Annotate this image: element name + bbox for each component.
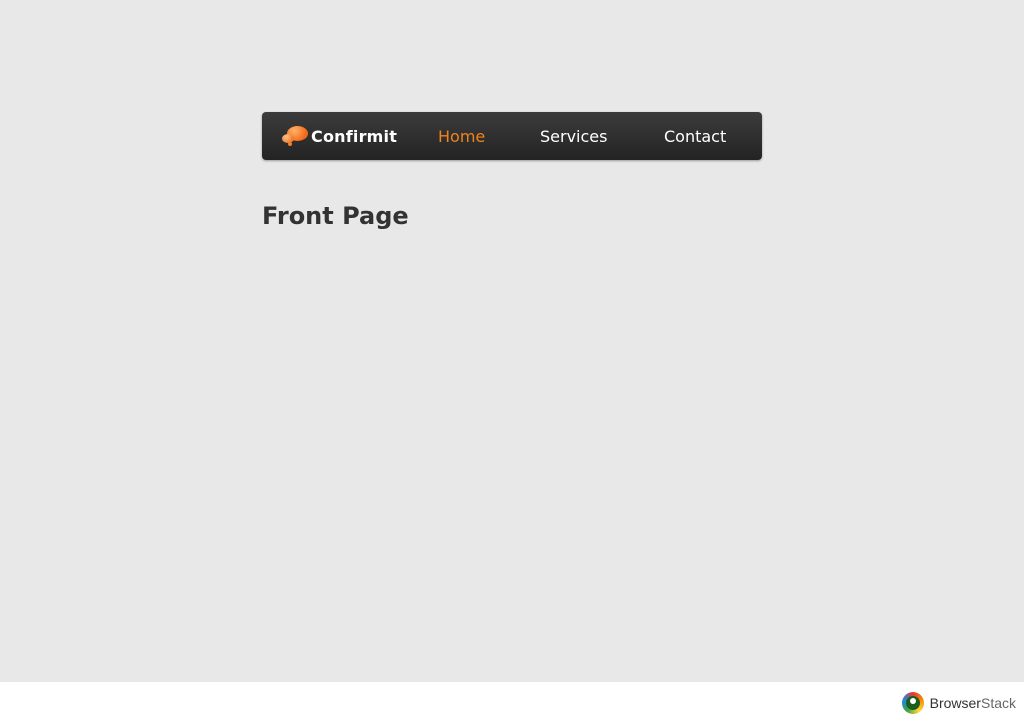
nav-link-contact[interactable]: Contact [664,112,726,160]
browserstack-logo-icon [901,692,924,714]
browserstack-label: BrowserStack [930,695,1016,711]
confirmit-logo[interactable]: Confirmit [282,112,397,160]
nav-link-home[interactable]: Home [438,112,485,160]
brand-bold: Browser [929,695,981,711]
browserstack-badge[interactable]: BrowserStack [901,692,1016,714]
main-navbar: Confirmit Home Services Contact [262,112,762,160]
nav-link-services[interactable]: Services [540,112,607,160]
logo-text: Confirmit [311,126,398,146]
browser-footer-bar: BrowserStack [0,682,1024,721]
speech-bubbles-logo-icon [282,125,308,147]
brand-light: Stack [980,695,1016,711]
page-title: Front Page [262,202,409,230]
